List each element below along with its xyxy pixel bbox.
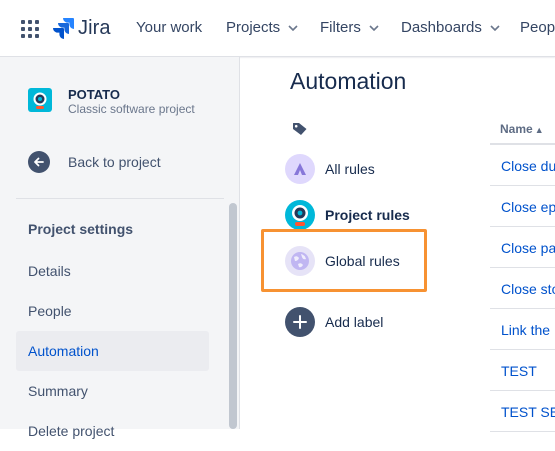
nav-your-work-label: Your work — [136, 19, 203, 36]
nav-people[interactable]: Peop — [520, 19, 555, 36]
sidebar-item-details[interactable]: Details — [16, 251, 209, 291]
table-row: Close pa — [490, 227, 555, 268]
app-switcher-icon[interactable] — [20, 19, 40, 39]
nav-projects[interactable]: Projects — [226, 19, 298, 36]
sidebar-item-label: Details — [28, 263, 71, 279]
logo-text: Jira — [78, 16, 111, 39]
chevron-down-icon — [369, 24, 379, 31]
rule-name-link[interactable]: TEST SE — [501, 404, 555, 420]
project-avatar-icon — [28, 88, 52, 112]
sidebar-item-automation[interactable]: Automation — [16, 331, 209, 371]
table-row: TEST SE — [490, 391, 555, 432]
nav-filters[interactable]: Filters — [320, 19, 379, 36]
arrow-left-icon — [28, 151, 50, 173]
highlight-annotation — [261, 229, 427, 292]
rule-name-link[interactable]: Close pa — [501, 240, 555, 256]
sidebar-item-delete-project[interactable]: Delete project — [16, 411, 209, 451]
column-header-label: Name — [500, 122, 533, 136]
page-title: Automation — [290, 68, 407, 94]
table-row: Close du — [490, 145, 555, 186]
back-to-project-link[interactable]: Back to project — [28, 151, 161, 173]
top-navigation: Jira Your work Projects Filters Dashboar… — [0, 0, 555, 57]
rule-name-link[interactable]: Close du — [501, 158, 555, 174]
sidebar-item-label: Summary — [28, 383, 88, 399]
project-name: POTATO — [68, 87, 120, 102]
sidebar-scrollbar[interactable] — [229, 203, 237, 429]
sidebar-item-people[interactable]: People — [16, 291, 209, 331]
tag-icon — [292, 122, 308, 141]
label-project-rules[interactable]: Project rules — [285, 200, 410, 230]
sidebar-item-summary[interactable]: Summary — [16, 371, 209, 411]
table-row: Link the — [490, 309, 555, 350]
nav-projects-label: Projects — [226, 19, 281, 36]
label-all-rules[interactable]: All rules — [285, 154, 375, 184]
table-row: TEST — [490, 350, 555, 391]
nav-your-work[interactable]: Your work — [136, 19, 202, 36]
table-row: Close sto — [490, 268, 555, 309]
rule-name-link[interactable]: Close ep — [501, 199, 555, 215]
project-sidebar: POTATO Classic software project Back to … — [0, 57, 240, 439]
rule-name-link[interactable]: Close sto — [501, 281, 555, 297]
sidebar-item-label: Delete project — [28, 423, 115, 439]
label-project-rules-text: Project rules — [325, 207, 410, 223]
rule-name-link[interactable]: Link the — [501, 322, 550, 338]
back-to-project-label: Back to project — [68, 154, 161, 170]
label-all-rules-text: All rules — [325, 161, 375, 177]
sidebar-item-label: Automation — [28, 343, 99, 359]
nav-dashboards[interactable]: Dashboards — [401, 19, 500, 36]
sidebar-section-title: Project settings — [28, 221, 134, 237]
project-avatar-icon — [285, 200, 315, 230]
column-header-name[interactable]: Name ▲ — [500, 122, 544, 136]
jira-logo[interactable]: Jira — [52, 16, 111, 40]
nav-people-label: Peop — [520, 19, 555, 36]
nav-filters-label: Filters — [320, 19, 361, 36]
nav-dashboards-label: Dashboards — [401, 19, 482, 36]
chevron-down-icon — [288, 24, 298, 31]
sidebar-item-label: People — [28, 303, 72, 319]
sort-ascending-icon: ▲ — [534, 125, 544, 135]
add-label-text: Add label — [325, 314, 384, 330]
sidebar-divider — [16, 198, 224, 199]
plus-icon — [285, 307, 315, 337]
atlassian-icon — [285, 154, 315, 184]
jira-logo-icon — [53, 18, 74, 39]
table-row: Close ep — [490, 186, 555, 227]
chevron-down-icon — [490, 24, 500, 31]
add-label-button[interactable]: Add label — [285, 307, 383, 337]
project-type: Classic software project — [68, 102, 195, 116]
rule-name-link[interactable]: TEST — [501, 363, 537, 379]
